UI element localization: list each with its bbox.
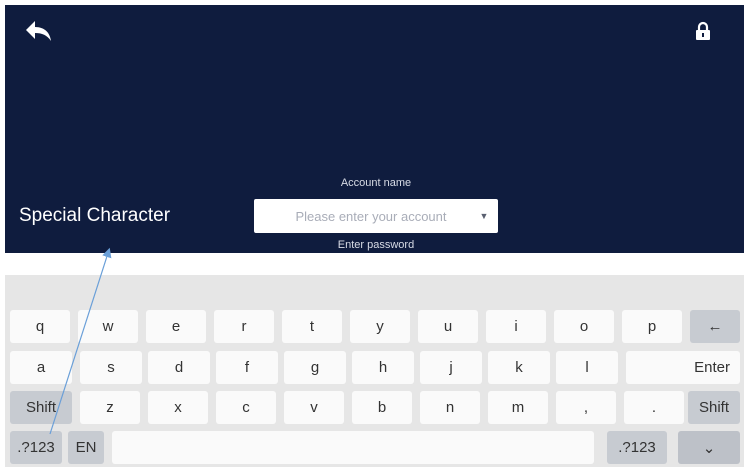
- shift-key-right[interactable]: Shift: [688, 391, 740, 424]
- key-u[interactable]: u: [418, 310, 478, 343]
- key-m[interactable]: m: [488, 391, 548, 424]
- key-q[interactable]: q: [10, 310, 70, 343]
- enter-key[interactable]: Enter: [626, 351, 740, 384]
- key-k[interactable]: k: [488, 351, 550, 384]
- key-period[interactable]: .: [624, 391, 684, 424]
- key-z[interactable]: z: [80, 391, 140, 424]
- password-label: Enter password: [337, 239, 415, 251]
- key-n[interactable]: n: [420, 391, 480, 424]
- numeric-symbol-key-left[interactable]: .?123: [10, 431, 62, 464]
- backspace-key[interactable]: ←: [690, 310, 740, 343]
- back-arrow-icon[interactable]: [24, 19, 54, 43]
- key-a[interactable]: a: [10, 351, 72, 384]
- key-i[interactable]: i: [486, 310, 546, 343]
- key-w[interactable]: w: [78, 310, 138, 343]
- key-g[interactable]: g: [284, 351, 346, 384]
- dropdown-caret-icon[interactable]: ▼: [470, 211, 498, 221]
- key-o[interactable]: o: [554, 310, 614, 343]
- key-e[interactable]: e: [146, 310, 206, 343]
- annotation-label: Special Character: [19, 205, 171, 226]
- key-y[interactable]: y: [350, 310, 410, 343]
- key-s[interactable]: s: [80, 351, 142, 384]
- key-v[interactable]: v: [284, 391, 344, 424]
- shift-key-left[interactable]: Shift: [10, 391, 72, 424]
- key-b[interactable]: b: [352, 391, 412, 424]
- language-key[interactable]: EN: [68, 431, 104, 464]
- key-d[interactable]: d: [148, 351, 210, 384]
- numeric-symbol-key-right[interactable]: .?123: [607, 431, 667, 464]
- lock-icon[interactable]: [695, 21, 711, 41]
- hide-keyboard-key[interactable]: ⌄: [678, 431, 740, 464]
- key-j[interactable]: j: [420, 351, 482, 384]
- key-t[interactable]: t: [282, 310, 342, 343]
- key-comma[interactable]: ,: [556, 391, 616, 424]
- account-select[interactable]: Please enter your account ▼: [254, 199, 498, 233]
- account-name-label: Account name: [340, 177, 412, 189]
- key-p[interactable]: p: [622, 310, 682, 343]
- key-f[interactable]: f: [216, 351, 278, 384]
- key-x[interactable]: x: [148, 391, 208, 424]
- space-bar[interactable]: [112, 431, 594, 464]
- key-c[interactable]: c: [216, 391, 276, 424]
- account-placeholder: Please enter your account: [295, 208, 447, 224]
- key-r[interactable]: r: [214, 310, 274, 343]
- key-h[interactable]: h: [352, 351, 414, 384]
- key-l[interactable]: l: [556, 351, 618, 384]
